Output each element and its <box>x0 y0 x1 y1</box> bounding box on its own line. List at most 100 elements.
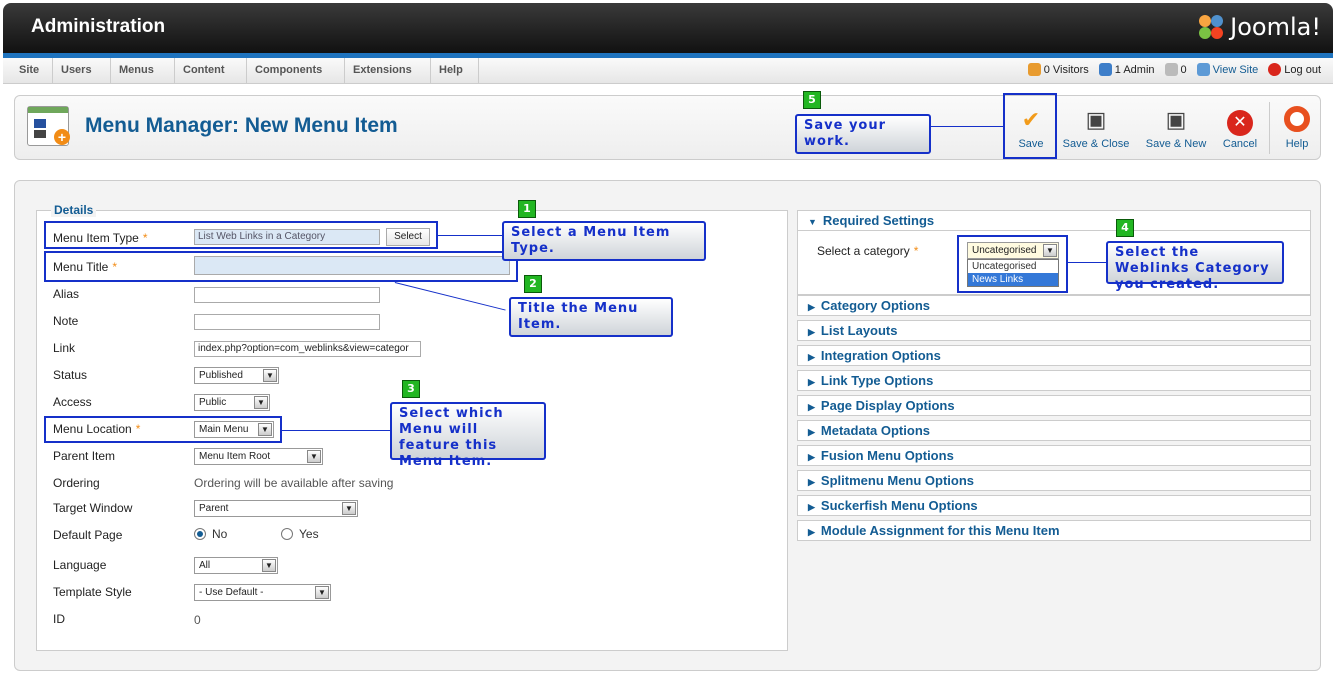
save-close-button[interactable]: ▣ Save & Close <box>1061 106 1131 150</box>
monitor-icon <box>1196 63 1210 76</box>
access-select[interactable]: Public ▼ <box>194 394 270 411</box>
joomla-logo-text: Joomla! <box>1230 13 1321 41</box>
chevron-down-icon: ▼ <box>315 586 329 599</box>
triangle-right-icon: ▶ <box>808 452 815 462</box>
panel-list-layouts[interactable]: ▶ List Layouts <box>797 320 1311 341</box>
user-icon <box>1098 63 1112 76</box>
highlight-save <box>1003 93 1057 159</box>
step-badge-4: 4 <box>1116 219 1134 237</box>
default-page-label: Default Page <box>53 528 123 542</box>
page-title: Menu Manager: New Menu Item <box>85 114 398 137</box>
ordering-label: Ordering <box>53 476 100 490</box>
callout-step-4: Select the Weblinks Category you created… <box>1106 241 1284 292</box>
triangle-right-icon: ▶ <box>808 327 815 337</box>
id-label: ID <box>53 612 65 626</box>
step-badge-1: 1 <box>518 200 536 218</box>
note-field[interactable] <box>194 314 380 330</box>
menu-users[interactable]: Users <box>53 58 111 84</box>
id-value: 0 <box>194 613 201 627</box>
link-label: Link <box>53 341 76 355</box>
alias-label: Alias <box>53 287 80 301</box>
access-label: Access <box>53 395 92 409</box>
help-button[interactable]: Help <box>1277 106 1317 150</box>
admin-header: Administration Joomla! <box>3 3 1333 53</box>
triangle-right-icon: ▶ <box>808 502 815 512</box>
panel-category-options[interactable]: ▶ Category Options <box>797 295 1311 316</box>
menu-site[interactable]: Site <box>11 58 53 84</box>
floppy-disk-icon: ▣ <box>1085 107 1107 132</box>
messages-status[interactable]: 0 <box>1164 63 1187 76</box>
target-window-label: Target Window <box>53 501 133 515</box>
triangle-right-icon: ▶ <box>808 302 815 312</box>
language-select[interactable]: All ▼ <box>194 557 278 574</box>
admin-window: Administration Joomla! Site Users Menus … <box>0 0 1336 690</box>
callout-line-5 <box>931 126 1003 127</box>
category-label: Select a category * <box>817 244 919 258</box>
mail-icon <box>1164 63 1178 76</box>
logout-link[interactable]: Log out <box>1268 63 1321 76</box>
details-legend: Details <box>51 203 97 217</box>
highlight-menu-item-type <box>44 221 438 249</box>
menu-content[interactable]: Content <box>175 58 247 84</box>
floppy-disk-plus-icon: ▣ <box>1165 107 1187 132</box>
chevron-down-icon: ▼ <box>254 396 268 409</box>
ordering-note: Ordering will be available after saving <box>194 476 394 490</box>
panel-integration-options[interactable]: ▶ Integration Options <box>797 345 1311 366</box>
users-icon <box>1027 63 1041 76</box>
cancel-button[interactable]: ✕ Cancel <box>1217 106 1263 150</box>
highlight-menu-title <box>44 251 518 282</box>
visitors-status: 0 Visitors <box>1027 63 1089 76</box>
menu-help[interactable]: Help <box>431 58 479 84</box>
default-page-yes[interactable]: Yes <box>281 527 319 541</box>
step-badge-2: 2 <box>524 275 542 293</box>
callout-step-3: Select which Menu will feature this Menu… <box>390 402 546 469</box>
panel-module-assignment[interactable]: ▶ Module Assignment for this Menu Item <box>797 520 1311 541</box>
panel-link-type-options[interactable]: ▶ Link Type Options <box>797 370 1311 391</box>
chevron-down-icon: ▼ <box>342 502 356 515</box>
menu-menus[interactable]: Menus <box>111 58 175 84</box>
triangle-down-icon: ▼ <box>808 217 817 227</box>
status-select[interactable]: Published ▼ <box>194 367 279 384</box>
chevron-down-icon: ▼ <box>263 369 277 382</box>
step-badge-3: 3 <box>402 380 420 398</box>
save-new-button[interactable]: ▣ Save & New <box>1142 106 1210 150</box>
panel-suckerfish-options[interactable]: ▶ Suckerfish Menu Options <box>797 495 1311 516</box>
template-style-select[interactable]: - Use Default - ▼ <box>194 584 331 601</box>
chevron-down-icon: ▼ <box>307 450 321 463</box>
callout-line-4 <box>1068 262 1106 263</box>
panel-fusion-menu-options[interactable]: ▶ Fusion Menu Options <box>797 445 1311 466</box>
parent-item-select[interactable]: Menu Item Root ▼ <box>194 448 323 465</box>
parent-item-label: Parent Item <box>53 449 116 463</box>
radio-icon <box>281 528 293 540</box>
toolbar: + Menu Manager: New Menu Item ✔ Save ▣ S… <box>14 95 1321 160</box>
menu-manager-icon: + <box>27 106 70 146</box>
callout-step-5: Save your work. <box>795 114 931 154</box>
callout-step-1: Select a Menu Item Type. <box>502 221 706 261</box>
joomla-logo: Joomla! <box>1196 12 1321 42</box>
lifebuoy-icon <box>1277 106 1317 134</box>
menu-components[interactable]: Components <box>247 58 345 84</box>
panel-splitmenu-options[interactable]: ▶ Splitmenu Menu Options <box>797 470 1311 491</box>
callout-line-1 <box>438 235 502 236</box>
joomla-logo-icon <box>1196 12 1226 42</box>
view-site-link[interactable]: View Site <box>1196 63 1258 76</box>
cancel-icon: ✕ <box>1217 106 1263 136</box>
default-page-no[interactable]: No <box>194 527 227 541</box>
status-label: Status <box>53 368 88 382</box>
radio-selected-icon <box>194 528 206 540</box>
language-label: Language <box>53 558 107 572</box>
step-badge-5: 5 <box>803 91 821 109</box>
panel-page-display-options[interactable]: ▶ Page Display Options <box>797 395 1311 416</box>
target-window-select[interactable]: Parent ▼ <box>194 500 358 517</box>
status-area: 0 Visitors 1 Admin 0 View Site Log out <box>1027 63 1321 76</box>
alias-field[interactable] <box>194 287 380 303</box>
admin-title: Administration <box>31 16 166 37</box>
panel-metadata-options[interactable]: ▶ Metadata Options <box>797 420 1311 441</box>
panel-required-settings[interactable]: ▼ Required Settings <box>797 210 1311 231</box>
triangle-right-icon: ▶ <box>808 402 815 412</box>
menu-extensions[interactable]: Extensions <box>345 58 431 84</box>
link-field[interactable]: index.php?option=com_weblinks&view=categ… <box>194 341 421 357</box>
power-icon <box>1268 63 1282 76</box>
highlight-menu-location <box>44 416 282 443</box>
callout-line-3 <box>282 430 390 431</box>
